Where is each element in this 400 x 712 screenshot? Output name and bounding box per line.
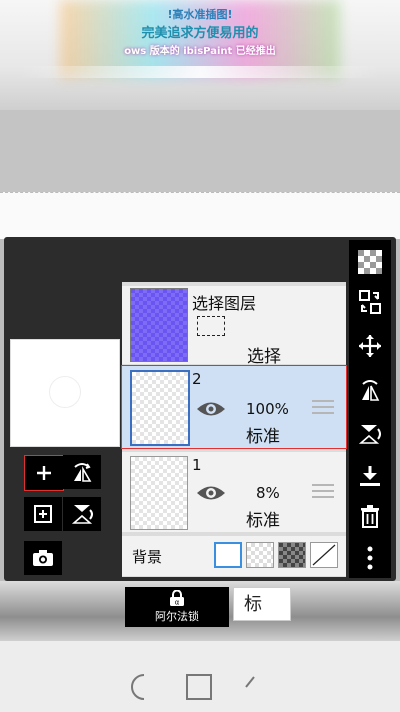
layer-thumbnail [130,456,188,530]
selection-layer-row[interactable]: 选择图层 选择 [122,286,346,367]
banner-streak [20,66,380,78]
import-photo-button[interactable] [24,541,62,575]
selection-marquee-icon [197,316,225,336]
flip-horizontal-icon [74,463,92,482]
layer-list: 选择图层 选择 2 100% 标准 1 8% 标准 背景 [121,282,347,577]
eye-icon[interactable] [196,484,226,502]
slash-icon [312,544,336,566]
layer-transfer-icon [359,290,381,314]
canvas-area[interactable] [0,192,400,239]
delete-layer-button[interactable] [349,498,391,534]
merge-down-icon [360,466,380,486]
flip-horizontal-icon [362,380,380,401]
promo-line-3: ows 版本的 ibisPaint 已经推出 [124,46,276,57]
layer-blend-mode: 标准 [246,427,280,447]
add-layer-button[interactable] [24,455,64,491]
background-dark-checker-swatch[interactable] [278,542,306,568]
more-vertical-icon [367,546,373,570]
blend-mode-button[interactable]: 标 [233,587,291,621]
selection-layer-label: 选择 [247,347,281,367]
move-arrows-icon [359,335,381,357]
more-options-button[interactable] [349,540,391,576]
alpha-lock-label: 阿尔法锁 [155,610,199,623]
drag-handle-icon[interactable] [312,400,334,418]
right-flip-horizontal-button[interactable] [349,372,391,408]
flip-vertical-icon [358,425,381,444]
checker-icon [358,250,382,274]
screen-gap [0,110,400,192]
svg-text:α: α [175,599,180,607]
layer-toolbar [349,240,391,578]
selection-layer-thumbnail [130,288,188,362]
merge-down-button[interactable] [349,458,391,494]
layer-transfer-button[interactable] [349,284,391,320]
canvas-thumbnail[interactable] [10,339,120,447]
flip-vertical-icon [71,505,93,524]
trash-icon [361,505,379,528]
background-white-swatch[interactable] [214,542,242,568]
layer-blend-mode: 标准 [246,511,280,531]
background-label: 背景 [132,548,163,566]
promo-line-1: !高水准插图! [167,8,233,21]
drag-handle-icon[interactable] [312,484,334,502]
alpha-lock-button[interactable]: α 阿尔法锁 [125,587,229,627]
brush-cursor [49,376,81,408]
background-light-checker-swatch[interactable] [246,542,274,568]
home-square-icon[interactable] [185,673,213,701]
background-row: 背景 [122,536,346,576]
lock-icon: α [170,589,184,607]
back-icon[interactable] [128,673,154,701]
selection-layer-title: 选择图层 [192,294,257,313]
eye-icon[interactable] [196,400,226,418]
layer-plus-icon [34,505,52,523]
layer-row[interactable]: 1 8% 标准 [122,452,346,532]
layer-row[interactable]: 2 100% 标准 [121,365,347,449]
layer-opacity: 8% [256,484,280,502]
layer-opacity: 100% [246,400,289,418]
recents-icon[interactable] [244,673,264,693]
layer-number: 2 [192,370,202,388]
plus-icon [37,466,51,480]
right-flip-vertical-button[interactable] [349,416,391,452]
flip-horizontal-button[interactable] [63,455,101,489]
promo-line-2: 完美追求方便易用的 [141,26,259,41]
system-nav-bar [0,641,400,712]
camera-icon [33,550,53,566]
transparency-button[interactable] [349,244,391,280]
add-layer-copy-button[interactable] [24,497,62,531]
layer-thumbnail [130,370,190,446]
move-button[interactable] [349,328,391,364]
layer-number: 1 [192,456,202,474]
background-none-swatch[interactable] [310,542,338,568]
flip-vertical-button[interactable] [63,497,101,531]
promo-banner: !高水准插图! 完美追求方便易用的 ows 版本的 ibisPaint 已经推出 [0,0,400,110]
